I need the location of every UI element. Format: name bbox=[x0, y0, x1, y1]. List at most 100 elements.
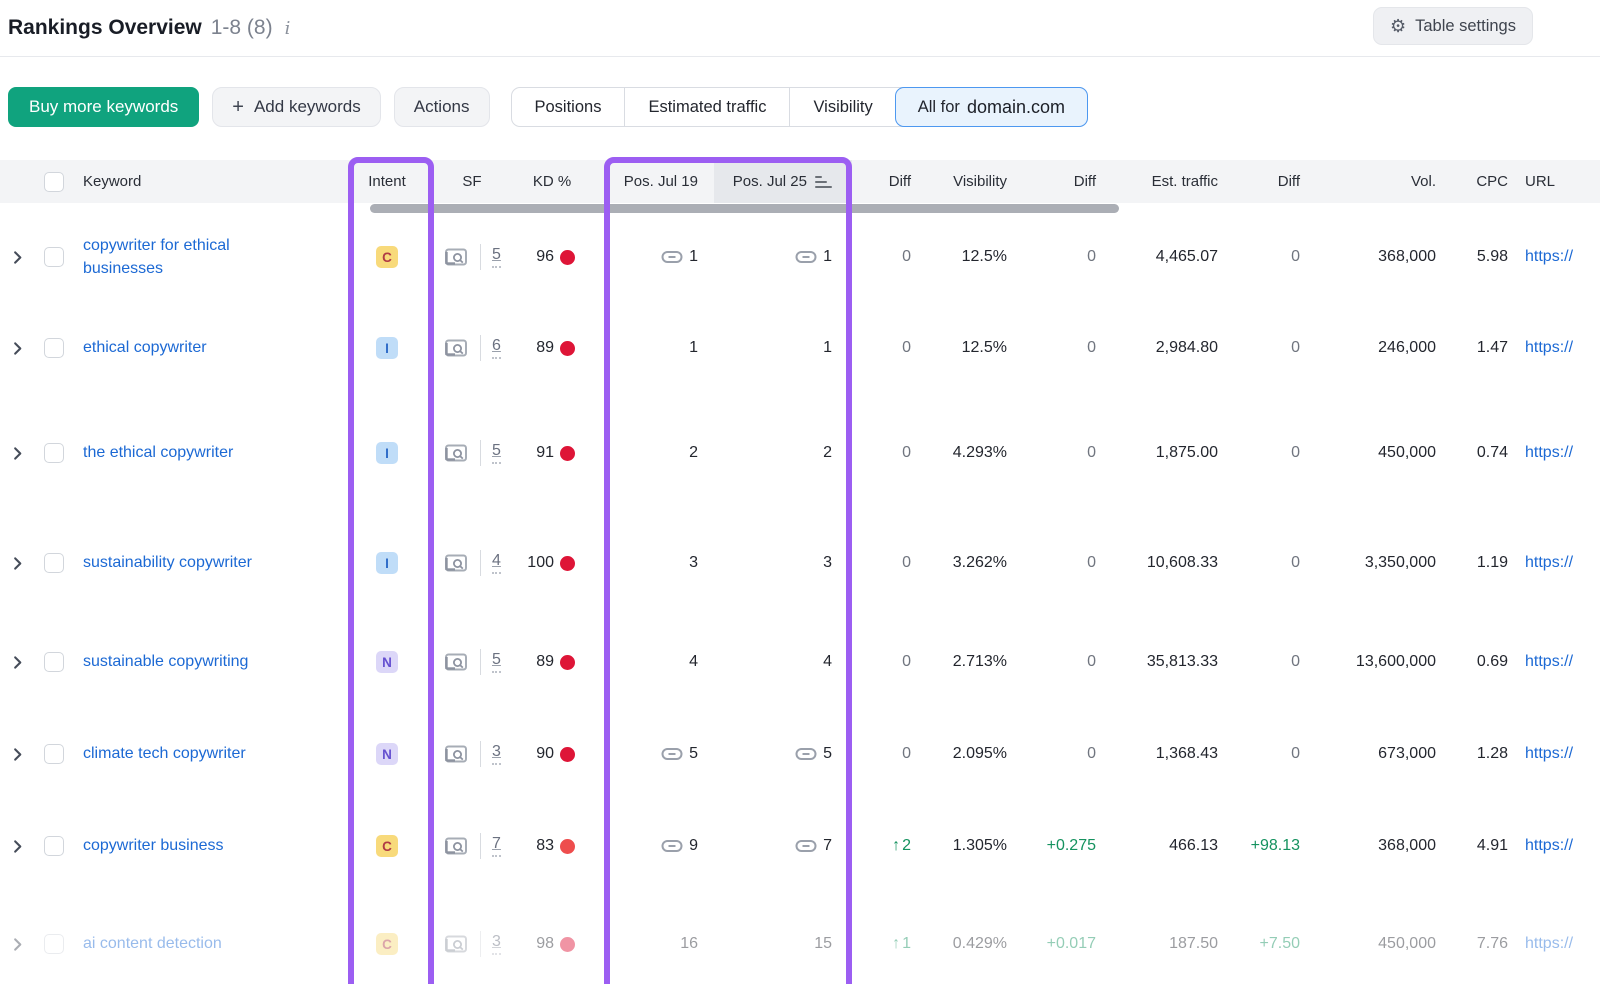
serp-features-count[interactable]: 5 bbox=[492, 246, 501, 267]
expand-chevron-icon[interactable] bbox=[10, 655, 25, 670]
column-header-volume[interactable]: Vol. bbox=[1304, 160, 1440, 203]
kd-value: 89 bbox=[536, 339, 554, 357]
column-header-diff[interactable]: Diff bbox=[852, 160, 915, 203]
serp-features-count[interactable]: 4 bbox=[492, 552, 501, 573]
column-header-keyword[interactable]: Keyword bbox=[74, 160, 342, 203]
url-link[interactable]: https:// bbox=[1525, 444, 1573, 462]
table-settings-button[interactable]: ⚙ Table settings bbox=[1373, 7, 1533, 45]
position-link-icon[interactable] bbox=[795, 250, 817, 264]
serp-features-count[interactable]: 6 bbox=[492, 337, 501, 358]
position-link-icon[interactable] bbox=[661, 250, 683, 264]
expand-chevron-icon[interactable] bbox=[10, 556, 25, 571]
pos-jul25-cell: 1 bbox=[714, 248, 852, 266]
buy-more-keywords-button[interactable]: Buy more keywords bbox=[8, 87, 199, 127]
position-link-icon[interactable] bbox=[661, 839, 683, 853]
url-link[interactable]: https:// bbox=[1525, 653, 1573, 671]
url-link[interactable]: https:// bbox=[1525, 339, 1573, 357]
add-keywords-button[interactable]: + Add keywords bbox=[212, 87, 380, 127]
row-checkbox[interactable] bbox=[44, 652, 64, 672]
est-traffic-value: 2,984.80 bbox=[1100, 339, 1222, 357]
column-header-pos-jul25[interactable]: Pos. Jul 25 bbox=[714, 160, 852, 203]
horizontal-scrollbar[interactable] bbox=[370, 204, 1119, 213]
serp-features-icon bbox=[444, 443, 469, 464]
tab-estimated-traffic[interactable]: Estimated traffic bbox=[625, 88, 790, 126]
intent-badge[interactable]: I bbox=[376, 442, 398, 464]
row-checkbox[interactable] bbox=[44, 934, 64, 954]
expand-chevron-icon[interactable] bbox=[10, 839, 25, 854]
column-header-pos-jul19[interactable]: Pos. Jul 19 bbox=[592, 160, 714, 203]
column-header-cpc[interactable]: CPC bbox=[1440, 160, 1512, 203]
table-row: copywriter business C 7 83 9 7 ↑2 1.305%… bbox=[0, 800, 1600, 892]
position-link-icon[interactable] bbox=[795, 839, 817, 853]
kd-value: 96 bbox=[536, 248, 554, 266]
pos-jul19-value: 4 bbox=[689, 653, 698, 671]
info-icon[interactable]: i bbox=[285, 18, 291, 39]
row-checkbox[interactable] bbox=[44, 836, 64, 856]
url-link[interactable]: https:// bbox=[1525, 837, 1573, 855]
url-link[interactable]: https:// bbox=[1525, 745, 1573, 763]
tab-all-for-domain[interactable]: All for domain.com bbox=[895, 87, 1088, 127]
column-header-visibility[interactable]: Visibility bbox=[915, 160, 1011, 203]
row-checkbox[interactable] bbox=[44, 338, 64, 358]
intent-badge[interactable]: I bbox=[376, 337, 398, 359]
pos-jul25-value: 4 bbox=[823, 653, 832, 671]
keyword-link[interactable]: copywriter for ethical businesses bbox=[83, 234, 288, 280]
row-checkbox[interactable] bbox=[44, 553, 64, 573]
keyword-link[interactable]: sustainable copywriting bbox=[83, 650, 248, 673]
position-link-icon[interactable] bbox=[795, 747, 817, 761]
table-settings-label: Table settings bbox=[1415, 17, 1516, 36]
intent-badge[interactable]: N bbox=[376, 743, 398, 765]
pos-jul19-value: 5 bbox=[689, 745, 698, 763]
expand-chevron-icon[interactable] bbox=[10, 937, 25, 952]
divider bbox=[480, 440, 481, 466]
divider bbox=[480, 833, 481, 859]
expand-chevron-icon[interactable] bbox=[10, 446, 25, 461]
tab-visibility[interactable]: Visibility bbox=[790, 88, 895, 126]
expand-chevron-icon[interactable] bbox=[10, 747, 25, 762]
column-header-diff2[interactable]: Diff bbox=[1011, 160, 1100, 203]
intent-badge[interactable]: C bbox=[376, 835, 398, 857]
expand-chevron-icon[interactable] bbox=[10, 341, 25, 356]
pos-diff-value: 0 bbox=[852, 554, 915, 572]
serp-features-icon bbox=[444, 652, 469, 673]
est-traffic-value: 187.50 bbox=[1100, 935, 1222, 953]
select-all-checkbox[interactable] bbox=[44, 172, 64, 192]
serp-features-count[interactable]: 7 bbox=[492, 835, 501, 856]
keyword-link[interactable]: sustainability copywriter bbox=[83, 551, 252, 574]
row-checkbox[interactable] bbox=[44, 744, 64, 764]
serp-features-count[interactable]: 5 bbox=[492, 651, 501, 672]
intent-badge[interactable]: I bbox=[376, 552, 398, 574]
pos-jul25-cell: 2 bbox=[714, 444, 852, 462]
rankings-overview-page: Rankings Overview 1-8 (8) i ⚙ Table sett… bbox=[0, 0, 1600, 984]
url-link[interactable]: https:// bbox=[1525, 935, 1573, 953]
table-row: sustainability copywriter I 4 100 3 3 0 … bbox=[0, 510, 1600, 616]
intent-badge[interactable]: N bbox=[376, 651, 398, 673]
position-link-icon[interactable] bbox=[661, 747, 683, 761]
column-header-est-traffic[interactable]: Est. traffic bbox=[1100, 160, 1222, 203]
keyword-link[interactable]: climate tech copywriter bbox=[83, 742, 246, 765]
intent-badge[interactable]: C bbox=[376, 933, 398, 955]
keyword-link[interactable]: copywriter business bbox=[83, 834, 224, 857]
intent-badge[interactable]: C bbox=[376, 246, 398, 268]
est-traffic-diff-value: +98.13 bbox=[1222, 837, 1304, 855]
row-checkbox[interactable] bbox=[44, 443, 64, 463]
column-header-diff3[interactable]: Diff bbox=[1222, 160, 1304, 203]
keyword-link[interactable]: ethical copywriter bbox=[83, 336, 207, 359]
column-header-intent[interactable]: Intent bbox=[342, 160, 432, 203]
serp-features-count[interactable]: 3 bbox=[492, 933, 501, 954]
row-checkbox[interactable] bbox=[44, 247, 64, 267]
serp-features-icon bbox=[444, 836, 469, 857]
column-header-kd[interactable]: KD % bbox=[512, 160, 592, 203]
url-link[interactable]: https:// bbox=[1525, 248, 1573, 266]
tab-positions[interactable]: Positions bbox=[512, 88, 626, 126]
actions-button[interactable]: Actions bbox=[394, 87, 490, 127]
expand-chevron-icon[interactable] bbox=[10, 250, 25, 265]
serp-features-count[interactable]: 3 bbox=[492, 743, 501, 764]
keyword-link[interactable]: ai content detection bbox=[83, 932, 222, 955]
url-link[interactable]: https:// bbox=[1525, 554, 1573, 572]
pos-diff-value: 0 bbox=[852, 444, 915, 462]
column-header-url[interactable]: URL bbox=[1512, 160, 1600, 203]
keyword-link[interactable]: the ethical copywriter bbox=[83, 441, 233, 464]
serp-features-count[interactable]: 5 bbox=[492, 442, 501, 463]
column-header-sf[interactable]: SF bbox=[432, 160, 512, 203]
